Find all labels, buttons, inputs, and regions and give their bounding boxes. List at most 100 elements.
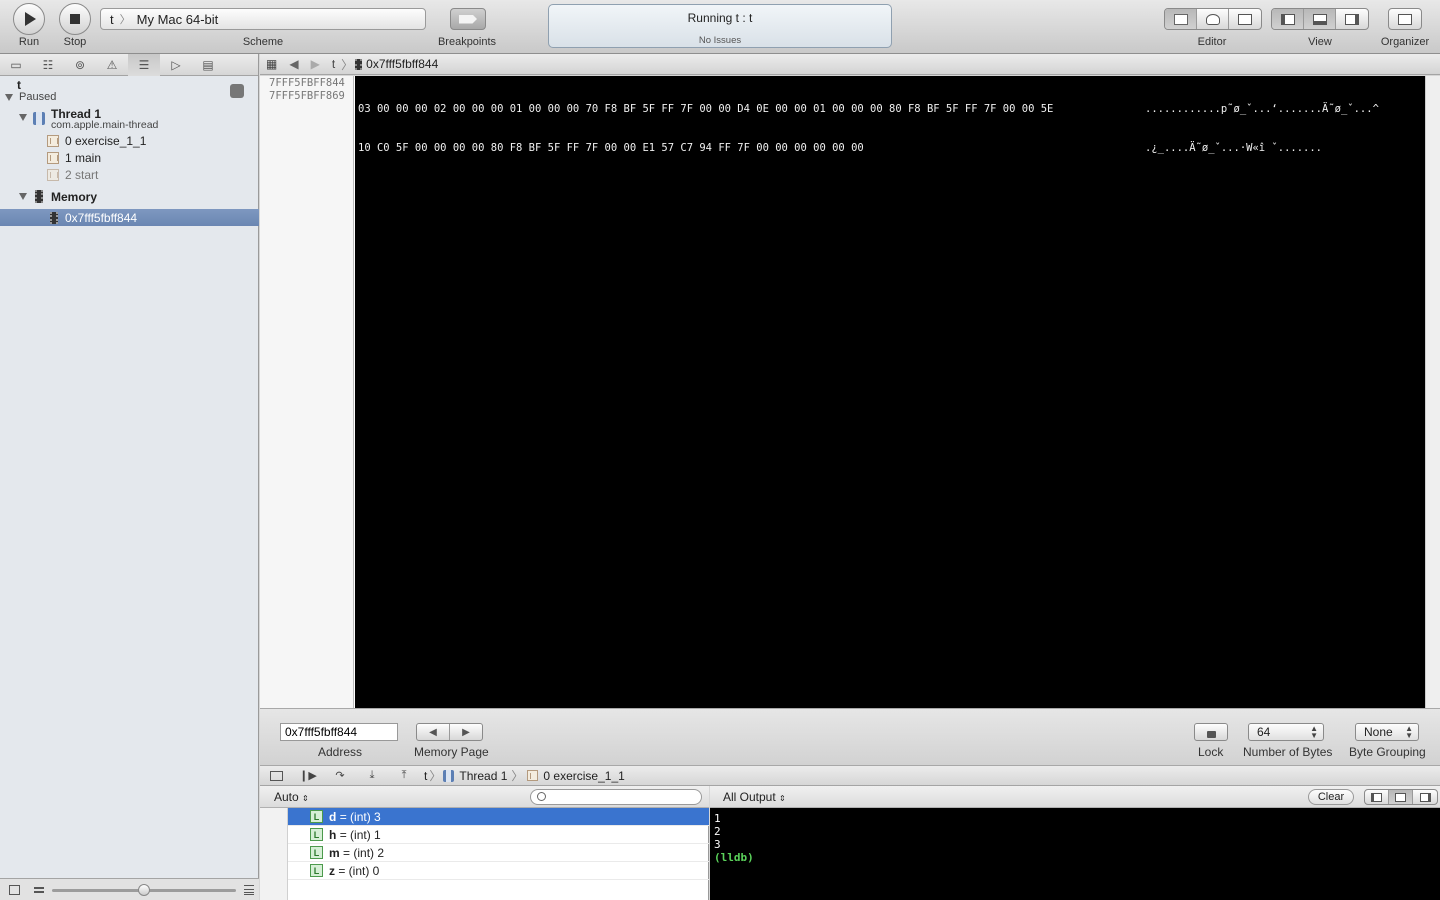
console-line: 3	[714, 838, 721, 851]
toggle-debug-area-button[interactable]	[1304, 9, 1336, 29]
local-variable-icon: L	[310, 864, 323, 877]
memory-item-row[interactable]: 0x7fff5fbff844	[0, 209, 259, 226]
debug-bar-project[interactable]: t	[424, 769, 427, 783]
run-button[interactable]	[13, 3, 45, 35]
slider-knob[interactable]	[138, 884, 150, 896]
continue-button[interactable]: ❙▶	[292, 766, 324, 786]
activity-viewer: Running t : t No Issues	[548, 4, 892, 48]
view-segmented	[1271, 8, 1369, 30]
editor-jump-bar: ▦ ◀ ▶ t 〉 0x7fff5fbff844	[260, 54, 1440, 75]
stack-frame-row[interactable]: 1 main	[0, 149, 259, 166]
variable-value: = (int) 0	[338, 863, 380, 878]
step-over-button[interactable]: ↷	[324, 766, 356, 786]
organizer-label: Organizer	[1380, 36, 1430, 48]
navigator-tabs: ▭ ☷ ⊚ ⚠ ☰ ▷ ▤	[0, 53, 258, 76]
byte-grouping-label: Byte Grouping	[1349, 745, 1426, 759]
project-navigator-tab[interactable]: ▭	[0, 54, 32, 76]
variable-row[interactable]: L m = (int) 2	[288, 844, 709, 862]
hierarchy-icon: ☷	[42, 57, 54, 72]
variable-name: z	[329, 863, 335, 878]
clear-console-button[interactable]: Clear	[1308, 789, 1354, 805]
step-into-button[interactable]: ⤓	[356, 766, 388, 786]
search-navigator-tab[interactable]: ⊚	[64, 54, 96, 76]
breakpoint-navigator-tab[interactable]: ▷	[160, 54, 192, 76]
forward-arrow-icon[interactable]: ▶	[305, 57, 326, 71]
variables-pane-icon	[1371, 792, 1382, 802]
memory-controls-bar: Address ◀ ▶ Memory Page Lock 64 ▲▼ Numbe…	[260, 708, 1440, 766]
next-page-button[interactable]: ▶	[450, 724, 482, 740]
editor-label: Editor	[1197, 36, 1227, 48]
version-editor-button[interactable]	[1229, 9, 1261, 29]
breadcrumb-chevron-icon: 〉	[341, 57, 354, 72]
stack-frame-row[interactable]: 0 exercise_1_1	[0, 132, 259, 149]
debug-bar-frame[interactable]: 0 exercise_1_1	[543, 769, 624, 783]
number-of-bytes-popup[interactable]: 64 ▲ ▼	[1248, 723, 1324, 741]
disclosure-triangle-icon[interactable]	[19, 193, 27, 200]
continue-icon: ❙▶	[299, 770, 317, 782]
disclosure-triangle-icon[interactable]	[19, 114, 27, 121]
process-row[interactable]: Paused	[0, 90, 259, 104]
show-stack-icon[interactable]	[9, 885, 20, 895]
issue-navigator-tab[interactable]: ⚠	[96, 54, 128, 76]
organizer-button[interactable]	[1388, 8, 1422, 30]
stop-button[interactable]	[59, 3, 91, 35]
stack-compression-slider[interactable]	[52, 884, 236, 896]
console-layout-segmented	[1364, 789, 1438, 805]
toggle-utilities-button[interactable]	[1336, 9, 1368, 29]
stack-frame-row[interactable]: 2 start	[0, 166, 259, 183]
navigator-pane-icon	[1280, 13, 1295, 25]
lock-button[interactable]	[1194, 723, 1228, 741]
console-pane-icon	[1419, 792, 1431, 802]
thread-icon	[33, 112, 45, 125]
variable-value: = (int) 3	[339, 809, 381, 824]
related-items-icon[interactable]: ▦	[260, 57, 283, 71]
standard-editor-button[interactable]	[1165, 9, 1197, 29]
toggle-navigator-button[interactable]	[1272, 9, 1304, 29]
variable-row[interactable]: L h = (int) 1	[288, 826, 709, 844]
memory-hex-view[interactable]: 03 00 00 00 02 00 00 00 01 00 00 00 70 F…	[355, 76, 1425, 708]
view-label: View	[1308, 36, 1332, 48]
variable-value: = (int) 2	[343, 845, 385, 860]
console-output[interactable]: 1 2 3 (lldb)	[710, 808, 1440, 900]
disclosure-triangle-icon[interactable]	[5, 93, 13, 101]
memory-row-ascii: ............p˜ø_ˇ...‘.......Ä˜ø_ˇ...^	[1145, 103, 1379, 115]
full-stack-icon[interactable]	[244, 885, 254, 895]
debug-bar-thread[interactable]: Thread 1	[459, 769, 507, 783]
process-status: Paused	[19, 91, 57, 103]
hide-debug-area-button[interactable]	[260, 766, 292, 786]
back-arrow-icon[interactable]: ◀	[283, 57, 304, 71]
log-navigator-tab[interactable]: ▤	[192, 54, 224, 76]
address-field[interactable]	[280, 723, 398, 741]
process-options-icon[interactable]	[230, 84, 244, 98]
show-console-button[interactable]	[1413, 790, 1437, 804]
breadcrumb-chevron-icon: 〉	[429, 769, 442, 783]
hide-debug-icon	[269, 770, 283, 781]
memory-chip-icon	[355, 58, 363, 70]
scheme-target: t	[110, 11, 114, 27]
stop-label: Stop	[63, 36, 87, 48]
memory-group-row[interactable]: Memory	[0, 188, 259, 205]
console-header: All Output ⇕ Clear	[710, 786, 1440, 808]
variables-search-field[interactable]	[530, 789, 702, 805]
debug-navigator-tab[interactable]: ☰	[128, 53, 160, 76]
output-filter-popup[interactable]: All Output ⇕	[723, 790, 786, 804]
memory-scrollbar[interactable]	[1425, 76, 1440, 708]
local-variable-icon: L	[310, 828, 323, 841]
breakpoints-toggle-button[interactable]	[450, 8, 486, 30]
previous-page-button[interactable]: ◀	[417, 724, 450, 740]
variable-row[interactable]: L z = (int) 0	[288, 862, 709, 880]
byte-grouping-popup[interactable]: None ▲ ▼	[1355, 723, 1419, 741]
organizer-icon	[1398, 13, 1412, 25]
show-variables-button[interactable]	[1365, 790, 1389, 804]
variable-row[interactable]: L d = (int) 3	[288, 808, 709, 826]
thread-filter-icon[interactable]	[34, 887, 44, 893]
step-out-button[interactable]: ⤒	[388, 766, 420, 786]
jump-bar-project[interactable]: t	[326, 57, 341, 71]
jump-bar-item[interactable]: 0x7fff5fbff844	[366, 57, 438, 71]
show-both-button[interactable]	[1389, 790, 1413, 804]
scope-popup[interactable]: Auto ⇕	[274, 790, 309, 804]
address-label: Address	[318, 745, 363, 759]
scheme-selector[interactable]: t 〉 My Mac 64-bit	[100, 8, 426, 30]
assistant-editor-button[interactable]	[1197, 9, 1229, 29]
symbol-navigator-tab[interactable]: ☷	[32, 54, 64, 76]
